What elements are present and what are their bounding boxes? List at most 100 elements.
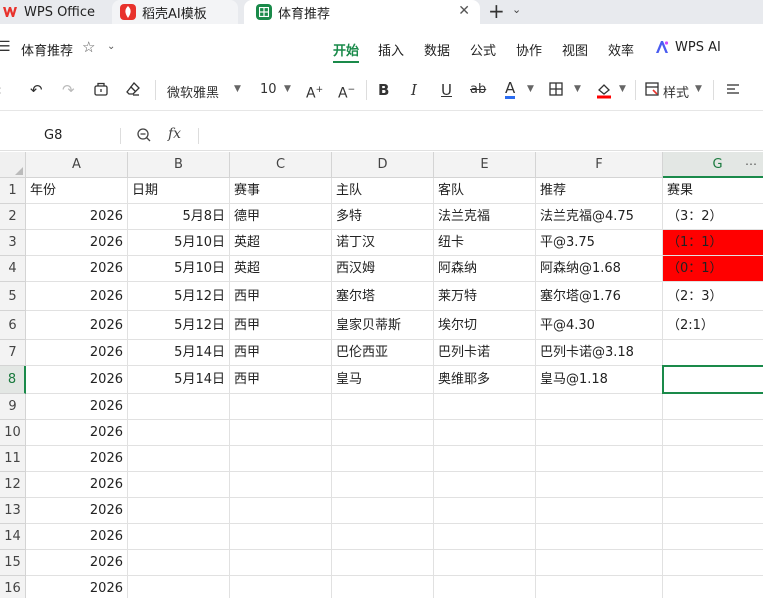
- chevron-down-icon[interactable]: ▼: [284, 84, 291, 94]
- cell-f7[interactable]: 巴列卡诺@3.18: [536, 340, 663, 366]
- cell-d7[interactable]: 巴伦西亚: [332, 340, 434, 366]
- cell-e7[interactable]: 巴列卡诺: [434, 340, 536, 366]
- star-icon[interactable]: ☆: [82, 38, 95, 56]
- row-header-12[interactable]: 12: [0, 472, 26, 498]
- menu-data[interactable]: 数据: [424, 40, 450, 59]
- cell-c11[interactable]: [230, 446, 332, 472]
- chevron-down-icon[interactable]: ▼: [695, 84, 702, 94]
- underline-icon[interactable]: U: [441, 81, 452, 99]
- cell-a7[interactable]: 2026: [26, 340, 128, 366]
- search-zoom-icon[interactable]: [136, 127, 152, 147]
- cell-b1[interactable]: 日期: [128, 178, 230, 204]
- cell-g3[interactable]: （1：1）: [663, 230, 763, 256]
- cell-d2[interactable]: 多特: [332, 204, 434, 230]
- cell-c5[interactable]: 西甲: [230, 282, 332, 311]
- cell-g13[interactable]: [663, 498, 763, 524]
- row-header-8[interactable]: 8: [0, 366, 26, 394]
- cell-e12[interactable]: [434, 472, 536, 498]
- redo-icon[interactable]: ↷: [62, 81, 75, 99]
- cell-e16[interactable]: [434, 576, 536, 598]
- tab-sports-sheet[interactable]: 体育推荐 ✕: [244, 0, 480, 24]
- cell-d15[interactable]: [332, 550, 434, 576]
- cell-d1[interactable]: 主队: [332, 178, 434, 204]
- cell-a6[interactable]: 2026: [26, 311, 128, 340]
- cell-d10[interactable]: [332, 420, 434, 446]
- cell-d14[interactable]: [332, 524, 434, 550]
- decrease-font-icon[interactable]: A−: [338, 81, 355, 103]
- cell-a15[interactable]: 2026: [26, 550, 128, 576]
- cell-e15[interactable]: [434, 550, 536, 576]
- cell-g15[interactable]: [663, 550, 763, 576]
- column-header-a[interactable]: A: [26, 152, 128, 178]
- cell-g7[interactable]: [663, 340, 763, 366]
- cell-f12[interactable]: [536, 472, 663, 498]
- cell-b16[interactable]: [128, 576, 230, 598]
- row-header-16[interactable]: 16: [0, 576, 26, 598]
- row-header-10[interactable]: 10: [0, 420, 26, 446]
- cell-a16[interactable]: 2026: [26, 576, 128, 598]
- fx-icon[interactable]: fx: [168, 126, 181, 142]
- cell-b5[interactable]: 5月12日: [128, 282, 230, 311]
- cell-f2[interactable]: 法兰克福@4.75: [536, 204, 663, 230]
- menu-start[interactable]: 开始: [333, 40, 359, 59]
- select-all-corner[interactable]: [0, 152, 26, 178]
- cell-c13[interactable]: [230, 498, 332, 524]
- new-tab-plus-icon[interactable]: +: [488, 0, 505, 22]
- cell-f4[interactable]: 阿森纳@1.68: [536, 256, 663, 282]
- cell-reference-box[interactable]: G8: [44, 128, 62, 143]
- cell-g4[interactable]: （0：1）: [663, 256, 763, 282]
- column-header-e[interactable]: E: [434, 152, 536, 178]
- cell-f10[interactable]: [536, 420, 663, 446]
- chevron-down-icon[interactable]: ▼: [234, 84, 241, 94]
- cell-g5[interactable]: （2：3）: [663, 282, 763, 311]
- row-header-1[interactable]: 1: [0, 178, 26, 204]
- chevron-down-icon[interactable]: ⌄: [512, 3, 521, 16]
- cell-e10[interactable]: [434, 420, 536, 446]
- cell-c16[interactable]: [230, 576, 332, 598]
- font-name-select[interactable]: 微软雅黑: [167, 82, 219, 101]
- cell-a12[interactable]: 2026: [26, 472, 128, 498]
- cell-g9[interactable]: [663, 394, 763, 420]
- row-header-15[interactable]: 15: [0, 550, 26, 576]
- cell-c2[interactable]: 德甲: [230, 204, 332, 230]
- cell-f9[interactable]: [536, 394, 663, 420]
- column-header-d[interactable]: D: [332, 152, 434, 178]
- cell-a8[interactable]: 2026: [26, 366, 128, 394]
- column-header-f[interactable]: F: [536, 152, 663, 178]
- cell-g8[interactable]: [663, 366, 763, 394]
- font-color-icon[interactable]: A: [505, 81, 516, 99]
- menu-efficiency[interactable]: 效率: [608, 40, 634, 59]
- cell-a5[interactable]: 2026: [26, 282, 128, 311]
- cell-style-icon[interactable]: [644, 81, 660, 101]
- column-header-c[interactable]: C: [230, 152, 332, 178]
- menu-view[interactable]: 视图: [562, 40, 588, 59]
- row-header-9[interactable]: 9: [0, 394, 26, 420]
- cell-g1[interactable]: 赛果: [663, 178, 763, 204]
- row-header-6[interactable]: 6: [0, 311, 26, 340]
- cell-d4[interactable]: 西汉姆: [332, 256, 434, 282]
- cell-d9[interactable]: [332, 394, 434, 420]
- cell-e8[interactable]: 奥维耶多: [434, 366, 536, 394]
- cell-b11[interactable]: [128, 446, 230, 472]
- tab-wps-office[interactable]: WPS Office: [0, 0, 110, 24]
- cell-f14[interactable]: [536, 524, 663, 550]
- cell-c1[interactable]: 赛事: [230, 178, 332, 204]
- cell-e1[interactable]: 客队: [434, 178, 536, 204]
- cell-f3[interactable]: 平@3.75: [536, 230, 663, 256]
- menu-wps-ai[interactable]: WPS AI: [675, 40, 721, 55]
- cell-b9[interactable]: [128, 394, 230, 420]
- cell-g12[interactable]: [663, 472, 763, 498]
- cell-b2[interactable]: 5月8日: [128, 204, 230, 230]
- menu-collaborate[interactable]: 协作: [516, 40, 542, 59]
- cell-f11[interactable]: [536, 446, 663, 472]
- cell-d6[interactable]: 皇家贝蒂斯: [332, 311, 434, 340]
- eraser-icon[interactable]: [125, 81, 141, 101]
- cell-a14[interactable]: 2026: [26, 524, 128, 550]
- chevron-down-icon[interactable]: ▼: [574, 84, 581, 94]
- menu-formula[interactable]: 公式: [470, 40, 496, 59]
- cell-d8[interactable]: 皇马: [332, 366, 434, 394]
- cell-c3[interactable]: 英超: [230, 230, 332, 256]
- row-header-7[interactable]: 7: [0, 340, 26, 366]
- row-header-14[interactable]: 14: [0, 524, 26, 550]
- cell-c4[interactable]: 英超: [230, 256, 332, 282]
